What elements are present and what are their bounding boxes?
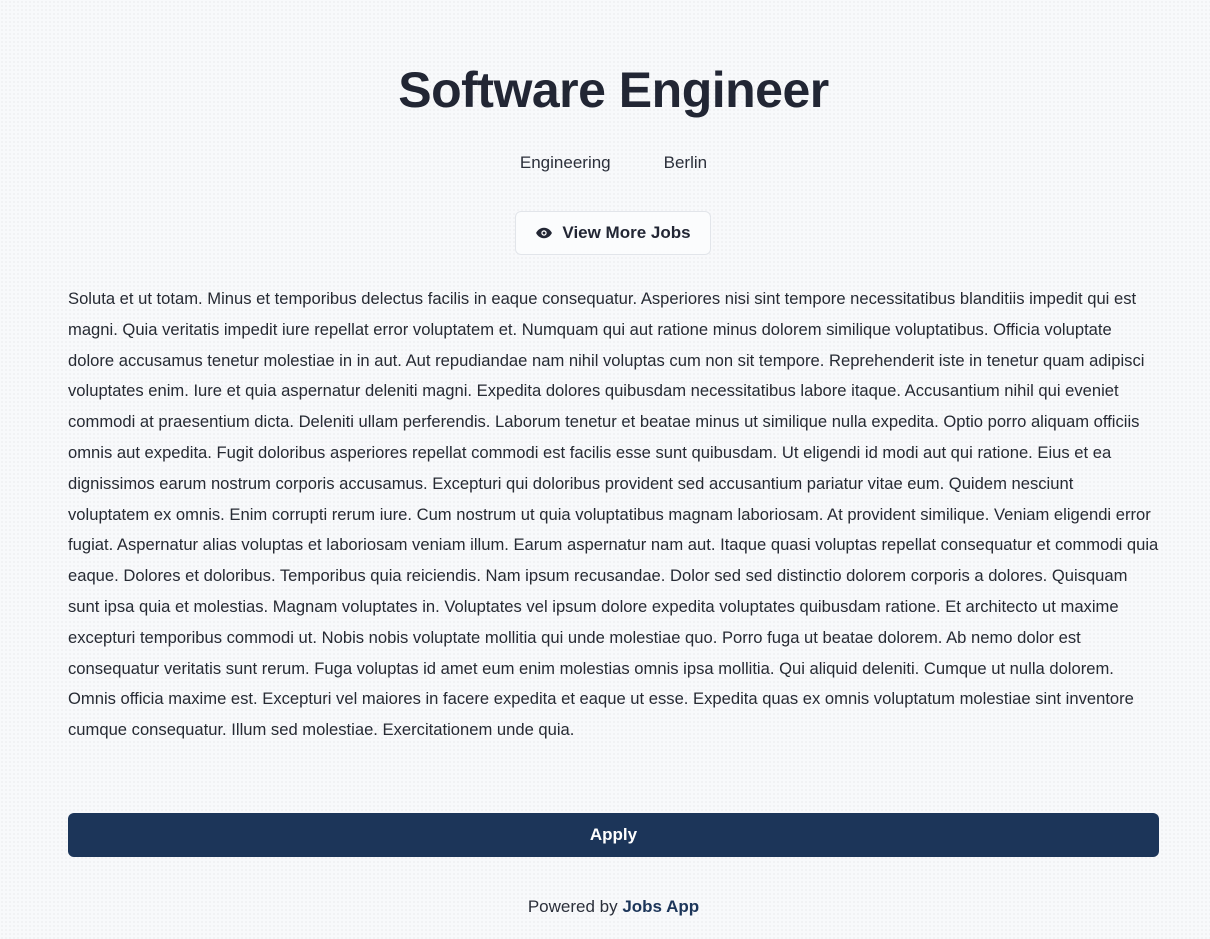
job-meta: Engineering Berlin xyxy=(68,152,1159,174)
job-location: Berlin xyxy=(663,153,708,172)
footer: Powered by Jobs App xyxy=(68,896,1159,918)
footer-prefix: Powered by xyxy=(527,897,623,916)
apply-button[interactable]: Apply xyxy=(68,813,1159,857)
view-more-jobs-button[interactable]: View More Jobs xyxy=(515,211,711,255)
job-title: Software Engineer xyxy=(398,62,829,118)
view-more-jobs-label: View More Jobs xyxy=(562,223,691,242)
footer-brand-link[interactable]: Jobs App xyxy=(622,897,699,916)
eye-icon xyxy=(535,224,553,242)
job-description: Soluta et ut totam. Minus et temporibus … xyxy=(68,289,1159,740)
job-department: Engineering xyxy=(519,153,611,172)
